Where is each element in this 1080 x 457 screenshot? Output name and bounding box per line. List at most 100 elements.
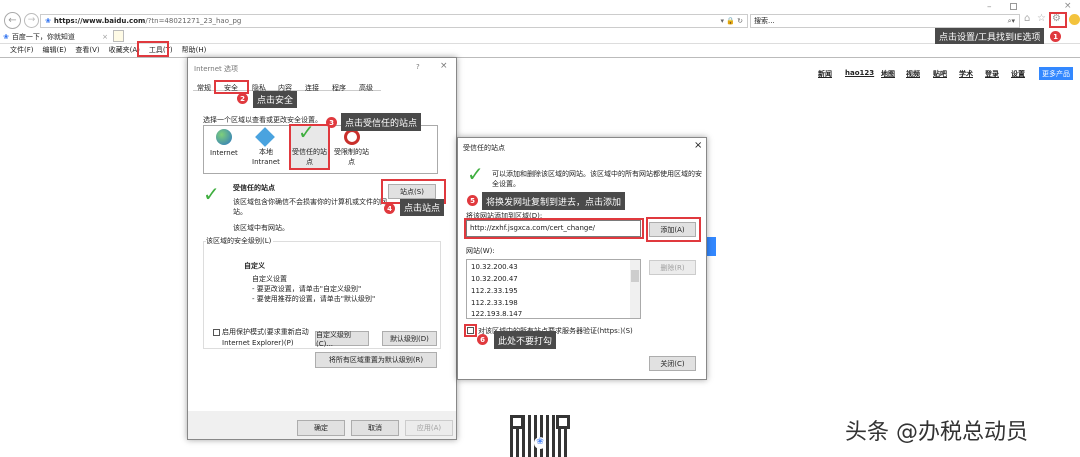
qr-code: ❀ xyxy=(510,415,570,457)
minimize-button[interactable]: – xyxy=(987,2,992,12)
annotation-5-badge: 5 xyxy=(467,195,478,206)
dialog-title: Internet 选项 xyxy=(194,65,239,73)
cancel-button[interactable]: 取消 xyxy=(351,420,399,436)
baidu-link-hao123[interactable]: hao123 xyxy=(845,69,874,77)
baidu-link-news[interactable]: 新闻 xyxy=(818,69,832,79)
home-icon[interactable]: ⌂ xyxy=(1024,13,1030,24)
custom-level-button[interactable]: 自定义级别(C)... xyxy=(315,331,369,348)
menu-edit[interactable]: 编辑(E) xyxy=(43,46,67,54)
menu-favorites[interactable]: 收藏夹(A) xyxy=(109,46,140,54)
zone-title: 受信任的站点 xyxy=(233,184,275,192)
new-tab-button[interactable] xyxy=(113,30,124,42)
security-level-label: 该区域的安全级别(L) xyxy=(206,236,274,246)
apply-button[interactable]: 应用(A) xyxy=(405,420,453,436)
annotation-4-tooltip: 点击站点 xyxy=(400,199,445,216)
close-dialog-button[interactable]: × xyxy=(440,61,448,71)
remove-button[interactable]: 删除(R) xyxy=(649,260,696,275)
help-button[interactable]: ? xyxy=(416,63,420,71)
tab-close-icon[interactable]: × xyxy=(102,33,108,41)
highlight-trusted-zone xyxy=(289,124,330,170)
baidu-link-login[interactable]: 登录 xyxy=(985,69,999,79)
highlight-tools-menu xyxy=(137,41,169,57)
baidu-link-video[interactable]: 视频 xyxy=(906,69,920,79)
highlight-https-checkbox xyxy=(464,324,477,337)
tab-advanced[interactable]: 高级 xyxy=(359,83,373,93)
tab-favicon-icon: ❀ xyxy=(3,32,9,41)
back-button[interactable]: ← xyxy=(4,12,21,29)
annotation-5-tooltip: 将换发网址复制到进去，点击添加 xyxy=(482,192,626,210)
ok-button[interactable]: 确定 xyxy=(297,420,345,436)
baidu-link-settings[interactable]: 设置 xyxy=(1011,69,1025,79)
annotation-3-tooltip: 点击受信任的站点 xyxy=(341,113,422,131)
annotation-1-tooltip: 点击设置/工具找到IE选项 xyxy=(935,28,1045,44)
trusted-description: 可以添加和删除该区域的网站。该区域中的所有网站都使用区域的安 全设置。 xyxy=(492,170,702,188)
close-button[interactable]: 关闭(C) xyxy=(649,356,696,371)
zone-local-intranet[interactable]: 本地 Intranet xyxy=(252,147,280,167)
url-rest: /?tn=48021271_23_hao_pg xyxy=(145,17,242,25)
highlight-gear xyxy=(1049,12,1067,28)
restricted-icon xyxy=(344,129,360,145)
highlight-add-button xyxy=(646,217,701,242)
zone-has-sites: 该区域中有网站。 xyxy=(233,224,289,232)
highlight-url-input xyxy=(464,218,644,239)
watermark: 头条 @办税总动员 xyxy=(845,420,1028,445)
baidu-link-xueshu[interactable]: 学术 xyxy=(959,69,973,79)
tab-connections[interactable]: 连接 xyxy=(305,83,319,93)
annotation-4-badge: 4 xyxy=(384,203,395,214)
site-item[interactable]: 10.32.200.47 xyxy=(471,275,518,283)
custom-line-2: - 要更改设置，请单击"自定义级别" xyxy=(252,285,362,293)
annotation-2-badge: 2 xyxy=(237,93,248,104)
annotation-2-tooltip: 点击安全 xyxy=(253,91,298,108)
zone-description: 该区域包含你确信不会损害你的计算机或文件的网 站。 xyxy=(233,198,387,216)
close-dialog-button[interactable]: × xyxy=(694,140,702,151)
restore-button[interactable] xyxy=(1010,3,1017,10)
default-level-button[interactable]: 默认级别(D) xyxy=(382,331,437,346)
annotation-6-tooltip: 此处不要打勾 xyxy=(494,331,557,349)
close-window-button[interactable]: × xyxy=(1064,1,1072,11)
favorites-star-icon[interactable]: ☆ xyxy=(1037,13,1046,24)
site-item[interactable]: 122.193.8.147 xyxy=(471,310,522,318)
tab-programs[interactable]: 程序 xyxy=(332,83,346,93)
site-item[interactable]: 10.32.200.43 xyxy=(471,263,518,271)
site-item[interactable]: 112.2.33.198 xyxy=(471,299,518,307)
browser-tab[interactable]: ❀ 百度一下，你就知道 × xyxy=(3,30,111,43)
protected-mode-checkbox[interactable] xyxy=(213,329,220,336)
zone-check-icon: ✓ xyxy=(203,182,220,206)
search-box[interactable]: 搜索... ⌕▾ xyxy=(750,14,1020,28)
custom-line-3: - 要使用推荐的设置，请单击"默认级别" xyxy=(252,295,376,303)
baidu-favicon-icon: ❀ xyxy=(45,17,51,25)
annotation-3-badge: 3 xyxy=(326,117,337,128)
zone-restricted-sites[interactable]: 受限制的站 点 xyxy=(334,147,369,167)
tab-general[interactable]: 常规 xyxy=(197,83,211,93)
baidu-link-tieba[interactable]: 贴吧 xyxy=(933,69,947,79)
smiley-feedback-icon[interactable] xyxy=(1069,14,1080,25)
menu-help[interactable]: 帮助(H) xyxy=(182,46,207,54)
reset-all-zones-button[interactable]: 将所有区域重置为默认级别(R) xyxy=(315,352,437,368)
sites-list[interactable]: 10.32.200.43 10.32.200.47 112.2.33.195 1… xyxy=(466,259,641,319)
tab-title: 百度一下，你就知道 xyxy=(11,32,75,41)
custom-line-1: 自定义设置 xyxy=(252,275,287,283)
sites-list-label: 网站(W): xyxy=(466,247,495,255)
menu-bar: 文件(F) 编辑(E) 查看(V) 收藏夹(A) 工具(T) 帮助(H) xyxy=(10,45,215,55)
sites-scrollbar[interactable] xyxy=(630,260,640,318)
more-products-button[interactable]: 更多产品 xyxy=(1039,67,1073,80)
annotation-6-badge: 6 xyxy=(477,334,488,345)
zone-internet[interactable]: Internet xyxy=(210,149,238,157)
highlight-security-tab xyxy=(214,80,249,94)
menu-view[interactable]: 查看(V) xyxy=(75,46,99,54)
dialog-title: 受信任的站点 xyxy=(463,144,505,152)
search-icon[interactable]: ⌕▾ xyxy=(1008,15,1015,27)
menu-file[interactable]: 文件(F) xyxy=(10,46,34,54)
site-item[interactable]: 112.2.33.195 xyxy=(471,287,518,295)
url-prefix: https://www. xyxy=(53,17,105,25)
url-domain: baidu.com xyxy=(104,17,146,25)
trusted-check-icon: ✓ xyxy=(467,162,484,186)
lock-refresh-icons[interactable]: ▾ 🔒 ↻ xyxy=(720,17,743,25)
baidu-link-map[interactable]: 地图 xyxy=(881,69,895,79)
protected-mode-label: 启用保护模式(要求重新启动 Internet Explorer)(P) xyxy=(222,328,309,347)
search-placeholder: 搜索... xyxy=(754,17,775,25)
address-bar[interactable]: ❀ https://www. baidu.com/?tn=48021271_23_… xyxy=(40,14,748,28)
internet-globe-icon xyxy=(216,129,232,145)
forward-button[interactable]: → xyxy=(24,13,39,28)
custom-level-title: 自定义 xyxy=(244,262,265,270)
